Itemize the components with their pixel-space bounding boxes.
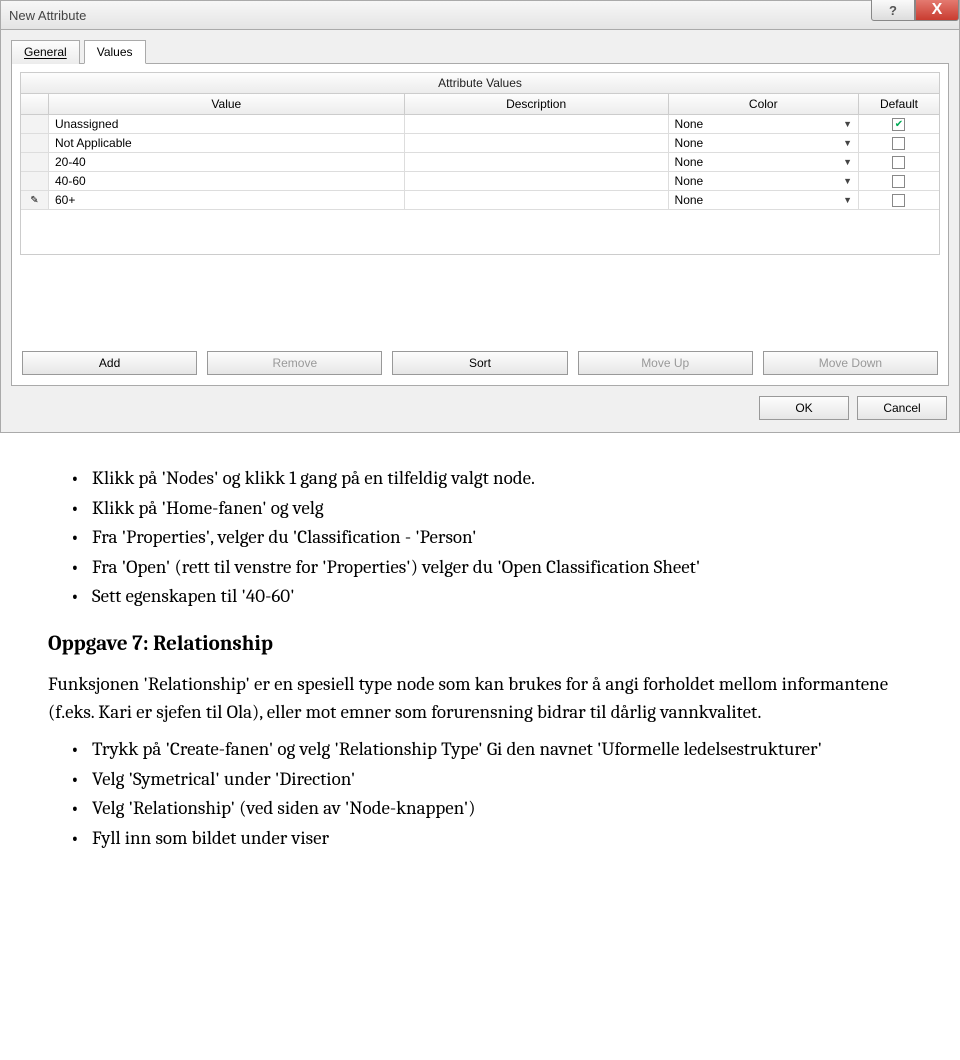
list-item: Klikk på 'Home-fanen' og velg — [70, 495, 912, 523]
list-item: Velg 'Relationship' (ved siden av 'Node-… — [70, 795, 912, 823]
grid-body: Unassigned None ▼ ✔ Not Applicable None … — [20, 115, 940, 255]
col-default-header[interactable]: Default — [859, 94, 939, 115]
cell-default[interactable] — [859, 134, 939, 152]
remove-button[interactable]: Remove — [207, 351, 382, 375]
doc-heading: Oppgave 7: Relationship — [48, 629, 912, 659]
chevron-down-icon: ▼ — [843, 119, 852, 129]
move-down-button[interactable]: Move Down — [763, 351, 938, 375]
col-description-header[interactable]: Description — [405, 94, 669, 115]
cell-value[interactable]: 40-60 — [49, 172, 405, 190]
tab-general[interactable]: General — [11, 40, 80, 64]
add-button[interactable]: Add — [22, 351, 197, 375]
row-gutter — [21, 134, 49, 152]
color-value: None — [675, 136, 704, 150]
row-gutter — [21, 153, 49, 171]
list-item: Klikk på 'Nodes' og klikk 1 gang på en t… — [70, 465, 912, 493]
checkbox-checked[interactable]: ✔ — [892, 118, 905, 131]
table-row[interactable]: 40-60 None ▼ — [21, 172, 939, 191]
checkbox[interactable] — [892, 194, 905, 207]
chevron-down-icon: ▼ — [843, 176, 852, 186]
help-button[interactable]: ? — [871, 0, 915, 21]
cell-value[interactable]: 20-40 — [49, 153, 405, 171]
bullet-list-bottom: Trykk på 'Create-fanen' og velg 'Relatio… — [70, 736, 912, 852]
cell-color-dropdown[interactable]: None ▼ — [669, 191, 859, 209]
cell-default[interactable] — [859, 172, 939, 190]
color-value: None — [675, 193, 704, 207]
cell-value[interactable]: Not Applicable — [49, 134, 405, 152]
chevron-down-icon: ▼ — [843, 195, 852, 205]
ok-button[interactable]: OK — [759, 396, 849, 420]
list-item: Fra 'Properties', velger du 'Classificat… — [70, 524, 912, 552]
cell-color-dropdown[interactable]: None ▼ — [669, 134, 859, 152]
cell-value[interactable]: 60+ — [49, 191, 405, 209]
cancel-button[interactable]: Cancel — [857, 396, 947, 420]
row-gutter — [21, 172, 49, 190]
cell-description[interactable] — [405, 172, 669, 190]
checkbox[interactable] — [892, 175, 905, 188]
help-icon: ? — [889, 3, 897, 18]
tabstrip: General Values — [11, 40, 949, 64]
doc-paragraph: Funksjonen 'Relationship' er en spesiell… — [48, 671, 912, 726]
color-value: None — [675, 117, 704, 131]
col-gutter-header — [21, 94, 49, 115]
dialog-body: General Values Attribute Values Value De… — [0, 30, 960, 433]
close-button[interactable]: X — [915, 0, 959, 21]
sort-button[interactable]: Sort — [392, 351, 567, 375]
cell-color-dropdown[interactable]: None ▼ — [669, 172, 859, 190]
table-row[interactable]: ✎ 60+ None ▼ — [21, 191, 939, 210]
checkbox[interactable] — [892, 137, 905, 150]
cell-default[interactable]: ✔ — [859, 115, 939, 133]
chevron-down-icon: ▼ — [843, 138, 852, 148]
document-text: Klikk på 'Nodes' og klikk 1 gang på en t… — [0, 433, 960, 884]
cell-description[interactable] — [405, 115, 669, 133]
list-item: Trykk på 'Create-fanen' og velg 'Relatio… — [70, 736, 912, 764]
cell-default[interactable] — [859, 153, 939, 171]
tab-values[interactable]: Values — [84, 40, 146, 64]
grid-button-row: Add Remove Sort Move Up Move Down — [20, 345, 940, 377]
close-icon: X — [932, 1, 943, 19]
titlebar: New Attribute ? X — [0, 0, 960, 30]
list-item: Fra 'Open' (rett til venstre for 'Proper… — [70, 554, 912, 582]
cell-description[interactable] — [405, 191, 669, 209]
table-row[interactable]: Unassigned None ▼ ✔ — [21, 115, 939, 134]
move-up-button[interactable]: Move Up — [578, 351, 753, 375]
cell-value[interactable]: Unassigned — [49, 115, 405, 133]
cell-color-dropdown[interactable]: None ▼ — [669, 115, 859, 133]
dialog-footer: OK Cancel — [11, 386, 949, 422]
titlebar-controls: ? X — [871, 0, 959, 21]
chevron-down-icon: ▼ — [843, 157, 852, 167]
checkbox[interactable] — [892, 156, 905, 169]
table-row[interactable]: Not Applicable None ▼ — [21, 134, 939, 153]
col-color-header[interactable]: Color — [669, 94, 859, 115]
cell-description[interactable] — [405, 134, 669, 152]
list-item: Velg 'Symetrical' under 'Direction' — [70, 766, 912, 794]
cell-description[interactable] — [405, 153, 669, 171]
column-headers: Value Description Color Default — [20, 94, 940, 115]
tab-panel-values: Attribute Values Value Description Color… — [11, 63, 949, 386]
cell-color-dropdown[interactable]: None ▼ — [669, 153, 859, 171]
list-item: Sett egenskapen til '40-60' — [70, 583, 912, 611]
list-item: Fyll inn som bildet under viser — [70, 825, 912, 853]
bullet-list-top: Klikk på 'Nodes' og klikk 1 gang på en t… — [70, 465, 912, 611]
section-header: Attribute Values — [20, 72, 940, 94]
col-value-header[interactable]: Value — [49, 94, 405, 115]
row-gutter: ✎ — [21, 191, 49, 209]
color-value: None — [675, 174, 704, 188]
cell-default[interactable] — [859, 191, 939, 209]
table-row[interactable]: 20-40 None ▼ — [21, 153, 939, 172]
window-title: New Attribute — [9, 8, 86, 23]
row-gutter — [21, 115, 49, 133]
color-value: None — [675, 155, 704, 169]
